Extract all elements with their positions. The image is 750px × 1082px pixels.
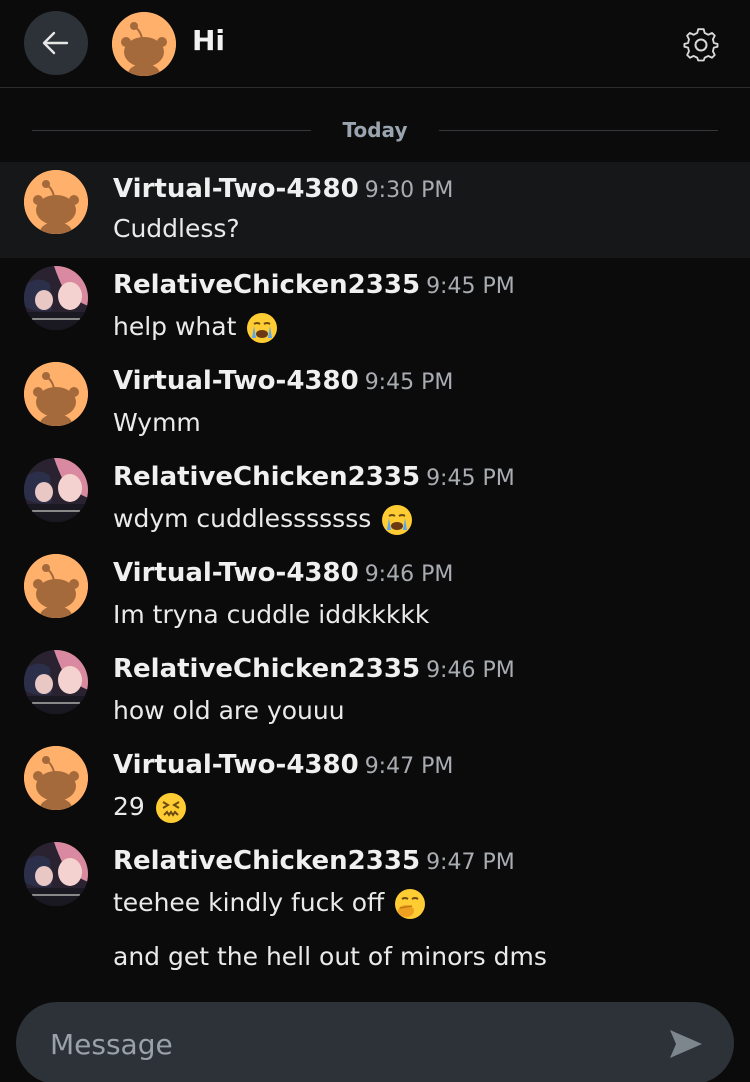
message-item[interactable]: Virtual-Two-4380 9:45 PM Wymm [0, 354, 750, 450]
message-header: Virtual-Two-4380 9:47 PM [113, 750, 453, 780]
username[interactable]: Virtual-Two-4380 [113, 366, 359, 396]
back-button[interactable] [24, 11, 88, 75]
divider-line [32, 129, 311, 131]
chat-title: Hi [192, 24, 226, 57]
message-body: wdym cuddlesssssss [113, 504, 372, 533]
snoo-avatar-icon [112, 12, 176, 76]
message-body: 29 [113, 792, 145, 821]
settings-button[interactable] [682, 26, 720, 64]
message-item[interactable]: Virtual-Two-4380 9:46 PM Im tryna cuddle … [0, 546, 750, 642]
gear-icon [683, 28, 719, 62]
message-text: 29 [113, 792, 187, 824]
username[interactable]: RelativeChicken2335 [113, 654, 420, 684]
message-text: teehee kindly fuck off [113, 888, 426, 920]
timestamp: 9:30 PM [364, 178, 454, 203]
message-text: Cuddless? [113, 214, 240, 243]
anime-avatar-icon [24, 842, 88, 906]
message-body: Im tryna cuddle iddkkkkk [113, 600, 430, 629]
timestamp: 9:47 PM [426, 850, 515, 875]
message-input[interactable] [48, 1018, 632, 1070]
message-item[interactable]: RelativeChicken2335 9:47 PM teehee kindly… [0, 834, 750, 930]
user-avatar[interactable] [24, 458, 88, 522]
user-avatar[interactable] [24, 362, 88, 426]
anime-avatar-icon [24, 650, 88, 714]
message-item[interactable]: RelativeChicken2335 9:45 PM help what [0, 258, 750, 354]
message-header: RelativeChicken2335 9:45 PM [113, 270, 515, 300]
divider-line [439, 129, 718, 131]
message-item[interactable]: Virtual-Two-4380 9:47 PM 29 [0, 738, 750, 834]
arrow-left-icon [42, 31, 69, 55]
message-header: Virtual-Two-4380 9:46 PM [113, 558, 453, 588]
message-item[interactable]: RelativeChicken2335 9:45 PM wdym cuddless… [0, 450, 750, 546]
timestamp: 9:46 PM [426, 658, 515, 683]
message-list: Virtual-Two-4380 9:30 PM Cuddless? Relati… [0, 162, 750, 930]
username[interactable]: RelativeChicken2335 [113, 270, 420, 300]
user-avatar[interactable] [24, 266, 88, 330]
chat-avatar[interactable] [112, 12, 176, 76]
message-composer [16, 1002, 734, 1082]
message-header: Virtual-Two-4380 9:45 PM [113, 366, 453, 396]
send-button[interactable] [666, 1024, 706, 1064]
message-text: Im tryna cuddle iddkkkkk [113, 600, 429, 629]
timestamp: 9:47 PM [364, 754, 454, 779]
message-item[interactable]: Virtual-Two-4380 9:30 PM Cuddless? [0, 162, 750, 258]
message-continuation: and get the hell out of minors dms [113, 942, 547, 971]
message-header: RelativeChicken2335 9:47 PM [113, 846, 515, 876]
timestamp: 9:46 PM [364, 562, 454, 587]
message-body: Wymm [113, 408, 201, 437]
user-avatar[interactable] [24, 170, 88, 234]
user-avatar[interactable] [24, 650, 88, 714]
message-text: how old are youuu [113, 696, 345, 725]
timestamp: 9:45 PM [426, 466, 515, 491]
chat-screen: Hi Today Virtual-Two-4380 9:30 PM Cuddle… [0, 0, 750, 1082]
anime-avatar-icon [24, 266, 88, 330]
user-avatar[interactable] [24, 842, 88, 906]
username[interactable]: RelativeChicken2335 [113, 462, 420, 492]
crying-face-icon [247, 313, 278, 343]
message-item[interactable]: RelativeChicken2335 9:46 PM how old are y… [0, 642, 750, 738]
send-icon [670, 1030, 702, 1058]
user-avatar[interactable] [24, 746, 88, 810]
timestamp: 9:45 PM [426, 274, 515, 299]
message-text: Wymm [113, 408, 201, 437]
message-body: how old are youuu [113, 696, 345, 725]
date-label: Today [342, 118, 408, 142]
snoo-avatar-icon [24, 362, 88, 426]
username[interactable]: Virtual-Two-4380 [113, 174, 359, 204]
crying-face-icon [382, 505, 413, 535]
user-avatar[interactable] [24, 554, 88, 618]
anime-avatar-icon [24, 458, 88, 522]
message-text: help what [113, 312, 278, 344]
snoo-avatar-icon [24, 170, 88, 234]
chat-header: Hi [0, 0, 750, 88]
message-header: RelativeChicken2335 9:45 PM [113, 462, 515, 492]
message-header: RelativeChicken2335 9:46 PM [113, 654, 515, 684]
hand-over-mouth-face-icon [395, 889, 426, 919]
date-divider: Today [32, 110, 718, 150]
message-text: wdym cuddlesssssss [113, 504, 413, 536]
message-body: Cuddless? [113, 214, 240, 243]
snoo-avatar-icon [24, 554, 88, 618]
snoo-avatar-icon [24, 746, 88, 810]
message-body: help what [113, 312, 237, 341]
username[interactable]: Virtual-Two-4380 [113, 750, 359, 780]
timestamp: 9:45 PM [364, 370, 454, 395]
message-body: teehee kindly fuck off [113, 888, 385, 917]
message-header: Virtual-Two-4380 9:30 PM [113, 174, 453, 204]
confounded-face-icon [155, 793, 186, 823]
username[interactable]: Virtual-Two-4380 [113, 558, 359, 588]
username[interactable]: RelativeChicken2335 [113, 846, 420, 876]
